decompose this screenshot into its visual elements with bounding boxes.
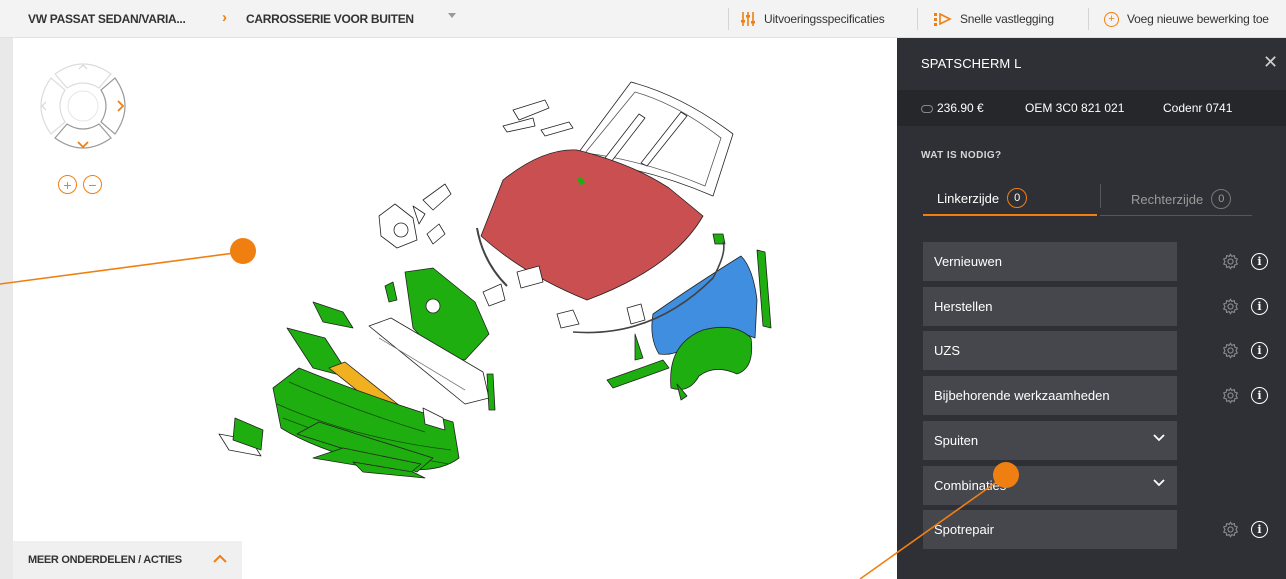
row-actions: i	[1222, 342, 1268, 359]
price-text: 236.90 €	[937, 101, 984, 115]
gear-icon[interactable]	[1222, 387, 1239, 404]
exploded-parts-diagram[interactable]	[13, 38, 897, 579]
gear-icon[interactable]	[1222, 298, 1239, 315]
tab-right-side[interactable]: Rechterzijde 0	[1131, 182, 1251, 216]
breadcrumb-vehicle[interactable]: VW PASSAT SEDAN/VARIA...	[28, 12, 186, 26]
action-uzs[interactable]: UZS	[923, 331, 1177, 370]
tab-label: Rechterzijde	[1131, 191, 1204, 207]
action-combinations-dropdown[interactable]: Combinaties	[923, 466, 1177, 505]
caret-down-icon[interactable]	[448, 13, 456, 18]
top-bar: VW PASSAT SEDAN/VARIA... › CARROSSERIE V…	[0, 0, 1286, 38]
tab-label: Linkerzijde	[937, 190, 1000, 206]
count-badge: 0	[1211, 189, 1232, 209]
row-actions: i	[1222, 253, 1268, 270]
add-circle-icon: +	[1104, 11, 1119, 27]
count-badge: 0	[1007, 188, 1028, 208]
chevron-up-icon	[213, 554, 227, 563]
code-number: Codenr 0741	[1163, 101, 1233, 115]
action-label: Combinaties	[934, 478, 1007, 493]
breadcrumb-section[interactable]: CARROSSERIE VOOR BUITEN	[246, 12, 414, 26]
oem-number: OEM 3C0 821 021	[1025, 101, 1125, 115]
row-actions: i	[1222, 521, 1268, 538]
sliders-icon	[741, 12, 755, 26]
action-related-work[interactable]: Bijbehorende werkzaamheden	[923, 376, 1177, 415]
action-label: Herstellen	[934, 299, 993, 314]
divider	[917, 8, 918, 30]
part-hood-hinge[interactable]	[502, 99, 550, 133]
price-tag-icon	[921, 104, 933, 113]
row-actions: i	[1222, 387, 1268, 404]
action-label: Spotrepair	[934, 522, 994, 537]
info-icon[interactable]: i	[1251, 342, 1268, 359]
gear-icon[interactable]	[1222, 253, 1239, 270]
specs-label: Uitvoeringsspecificaties	[764, 12, 885, 26]
info-icon[interactable]: i	[1251, 253, 1268, 270]
action-spot-repair[interactable]: Spotrepair	[923, 510, 1177, 549]
close-icon[interactable]: ✕	[1263, 52, 1278, 73]
part-detail-panel: SPATSCHERM L ✕ 236.90 € OEM 3C0 821 021 …	[897, 38, 1286, 579]
part-sill-bracket[interactable]	[756, 249, 772, 329]
chevron-down-icon	[1153, 434, 1165, 442]
divider	[1088, 8, 1089, 30]
gear-icon[interactable]	[1222, 521, 1239, 538]
part-info-bar: 236.90 € OEM 3C0 821 021 Codenr 0741	[897, 90, 1286, 126]
price-value: 236.90 €	[921, 101, 984, 115]
chevron-right-icon: ›	[222, 9, 227, 26]
add-operation-button[interactable]: + Voeg nieuwe bewerking toe	[1104, 0, 1269, 38]
row-actions: i	[1222, 298, 1268, 315]
action-renew[interactable]: Vernieuwen	[923, 242, 1177, 281]
more-parts-bar[interactable]: MEER ONDERDELEN / ACTIES	[13, 541, 242, 579]
info-icon[interactable]: i	[1251, 298, 1268, 315]
add-operation-label: Voeg nieuwe bewerking toe	[1127, 12, 1269, 26]
info-icon[interactable]: i	[1251, 387, 1268, 404]
divider	[1100, 184, 1101, 208]
quick-entry-label: Snelle vastlegging	[960, 12, 1054, 26]
action-label: UZS	[934, 343, 960, 358]
info-icon[interactable]: i	[1251, 521, 1268, 538]
action-repair[interactable]: Herstellen	[923, 287, 1177, 326]
part-fender-bracket[interactable]	[606, 359, 670, 389]
chevron-down-icon	[1153, 479, 1165, 487]
app-window: VW PASSAT SEDAN/VARIA... › CARROSSERIE V…	[0, 0, 1286, 579]
action-label: Bijbehorende werkzaamheden	[934, 388, 1110, 403]
parts-canvas[interactable]: + −	[13, 38, 897, 579]
gear-icon[interactable]	[1222, 342, 1239, 359]
divider	[728, 8, 729, 30]
left-strip	[0, 38, 13, 579]
quick-entry-icon	[934, 12, 952, 26]
part-title: SPATSCHERM L	[921, 56, 1022, 71]
tab-left-side[interactable]: Linkerzijde 0	[923, 182, 1097, 216]
specs-button[interactable]: Uitvoeringsspecificaties	[740, 0, 885, 38]
section-heading: WAT IS NODIG?	[921, 150, 1002, 161]
more-parts-label: MEER ONDERDELEN / ACTIES	[28, 554, 182, 566]
action-paint-dropdown[interactable]: Spuiten	[923, 421, 1177, 460]
action-label: Spuiten	[934, 433, 979, 448]
action-label: Vernieuwen	[934, 254, 1002, 269]
quick-entry-button[interactable]: Snelle vastlegging	[934, 0, 1054, 38]
